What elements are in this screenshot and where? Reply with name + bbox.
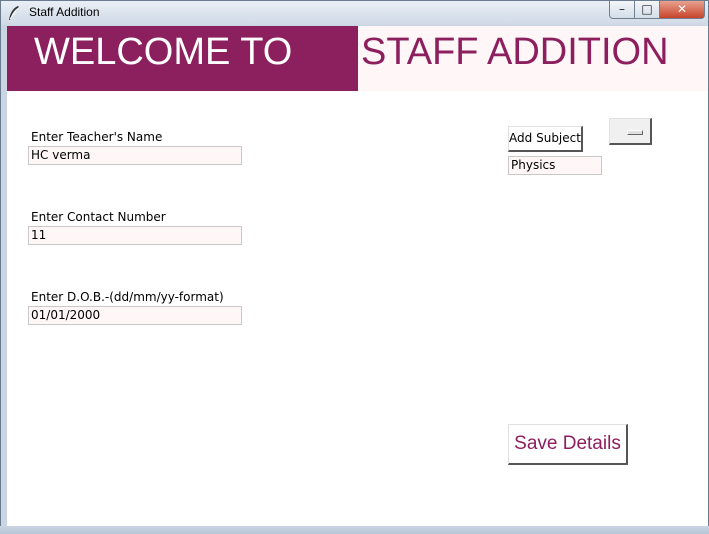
teacher-name-label: Enter Teacher's Name — [31, 130, 163, 144]
welcome-banner: WELCOME TO — [7, 26, 358, 91]
window-bottom-border — [0, 526, 709, 534]
contact-number-input[interactable]: 11 — [28, 226, 242, 245]
option-menu-indicator-icon — [627, 130, 643, 135]
teacher-name-input[interactable]: HC verma — [28, 146, 242, 165]
feather-icon — [9, 6, 19, 20]
staff-addition-banner: STAFF ADDITION — [358, 26, 708, 91]
subject-input[interactable]: Physics — [508, 156, 602, 175]
dob-input[interactable]: 01/01/2000 — [28, 306, 242, 325]
close-button[interactable]: ✕ — [659, 1, 705, 19]
maximize-button[interactable]: □ — [634, 1, 660, 19]
subject-option-menu[interactable] — [609, 118, 652, 145]
minimize-button[interactable]: – — [609, 1, 635, 19]
staff-addition-window: Staff Addition – □ ✕ WELCOME TO STAFF AD… — [0, 0, 709, 534]
dob-label: Enter D.O.B.-(dd/mm/yy-format) — [31, 290, 224, 304]
save-details-button[interactable]: Save Details — [508, 424, 628, 465]
contact-number-label: Enter Contact Number — [31, 210, 166, 224]
add-subject-button[interactable]: Add Subject — [508, 126, 583, 152]
client-area: WELCOME TO STAFF ADDITION Enter Teacher'… — [7, 26, 708, 527]
window-title: Staff Addition — [29, 5, 100, 19]
title-bar[interactable]: Staff Addition – □ ✕ — [1, 1, 708, 25]
